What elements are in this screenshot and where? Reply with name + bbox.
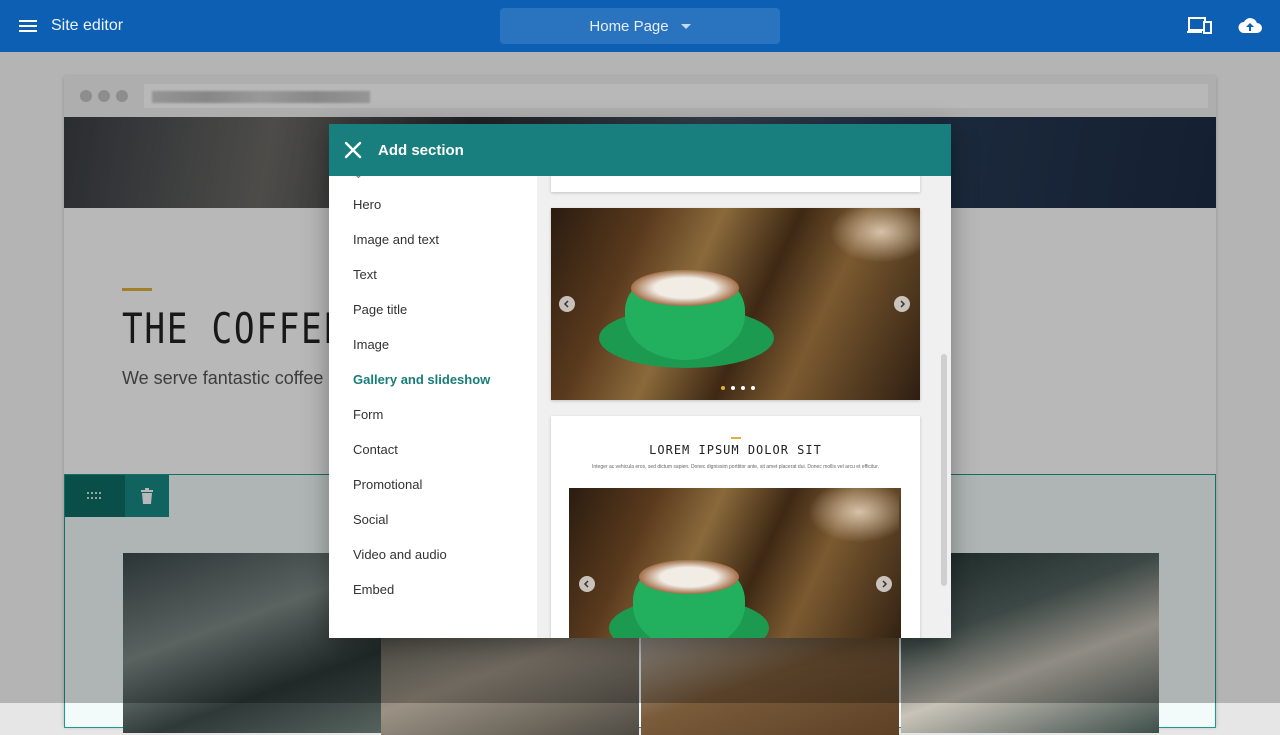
menu-icon[interactable] xyxy=(16,14,40,38)
page-selector-label: Home Page xyxy=(589,17,669,35)
preview-title: LOREM IPSUM DOLOR SIT xyxy=(649,443,822,457)
dialog-header: Add section xyxy=(329,124,951,176)
preview-body: Integer ac vehicula eros, sed dictum sap… xyxy=(592,464,879,470)
chevron-down-icon xyxy=(680,23,691,29)
foam xyxy=(639,560,739,594)
device-preview-icon[interactable] xyxy=(1187,14,1213,38)
category-item-active[interactable]: Gallery and slideshow xyxy=(353,372,490,387)
foam xyxy=(631,270,739,306)
slide-dot[interactable] xyxy=(731,386,735,390)
close-icon[interactable] xyxy=(343,140,363,160)
dialog-title: Add section xyxy=(378,141,464,159)
slide-dot[interactable] xyxy=(741,386,745,390)
slide-dot[interactable] xyxy=(751,386,755,390)
prev-arrow-icon[interactable] xyxy=(559,296,575,312)
page-selector[interactable]: Home Page xyxy=(500,8,780,44)
preview-card-clipped[interactable] xyxy=(551,176,920,192)
background-cup-blur xyxy=(821,208,920,268)
prev-arrow-icon[interactable] xyxy=(579,576,595,592)
category-item[interactable]: Promotional xyxy=(353,477,422,492)
app-bar: Site editor Home Page xyxy=(0,0,1280,52)
category-item[interactable]: Page title xyxy=(353,302,407,317)
slide-indicator xyxy=(721,386,755,390)
category-item[interactable]: Social xyxy=(353,512,388,527)
gallery-preview-card[interactable]: LOREM IPSUM DOLOR SIT Integer ac vehicul… xyxy=(551,416,920,638)
category-item[interactable]: Contact xyxy=(353,442,398,457)
next-arrow-icon[interactable] xyxy=(894,296,910,312)
app-title: Site editor xyxy=(51,17,124,34)
add-section-dialog: Add section ⌄ Hero Image and text Text P… xyxy=(329,124,951,638)
preview-scrollbar[interactable] xyxy=(941,354,947,586)
category-item[interactable]: Embed xyxy=(353,582,394,597)
section-preview-pane: LOREM IPSUM DOLOR SIT Integer ac vehicul… xyxy=(537,176,951,638)
category-item[interactable]: Image and text xyxy=(353,232,439,247)
slide-dot[interactable] xyxy=(721,386,725,390)
next-arrow-icon[interactable] xyxy=(876,576,892,592)
category-item[interactable]: Video and audio xyxy=(353,547,447,562)
category-item[interactable]: Form xyxy=(353,407,383,422)
background-cup-blur xyxy=(799,488,899,548)
coffee-photo xyxy=(569,488,901,638)
section-category-list: ⌄ Hero Image and text Text Page title Im… xyxy=(329,176,539,638)
slideshow-preview-card[interactable] xyxy=(551,208,920,400)
category-item[interactable]: Text xyxy=(353,267,377,282)
coffee-photo xyxy=(551,208,920,400)
category-item[interactable]: Hero xyxy=(353,197,381,212)
cloud-upload-icon[interactable] xyxy=(1237,14,1263,38)
preview-accent xyxy=(731,437,741,439)
category-item[interactable]: Image xyxy=(353,337,389,352)
category-item-clipped[interactable]: ⌄ xyxy=(353,176,364,182)
